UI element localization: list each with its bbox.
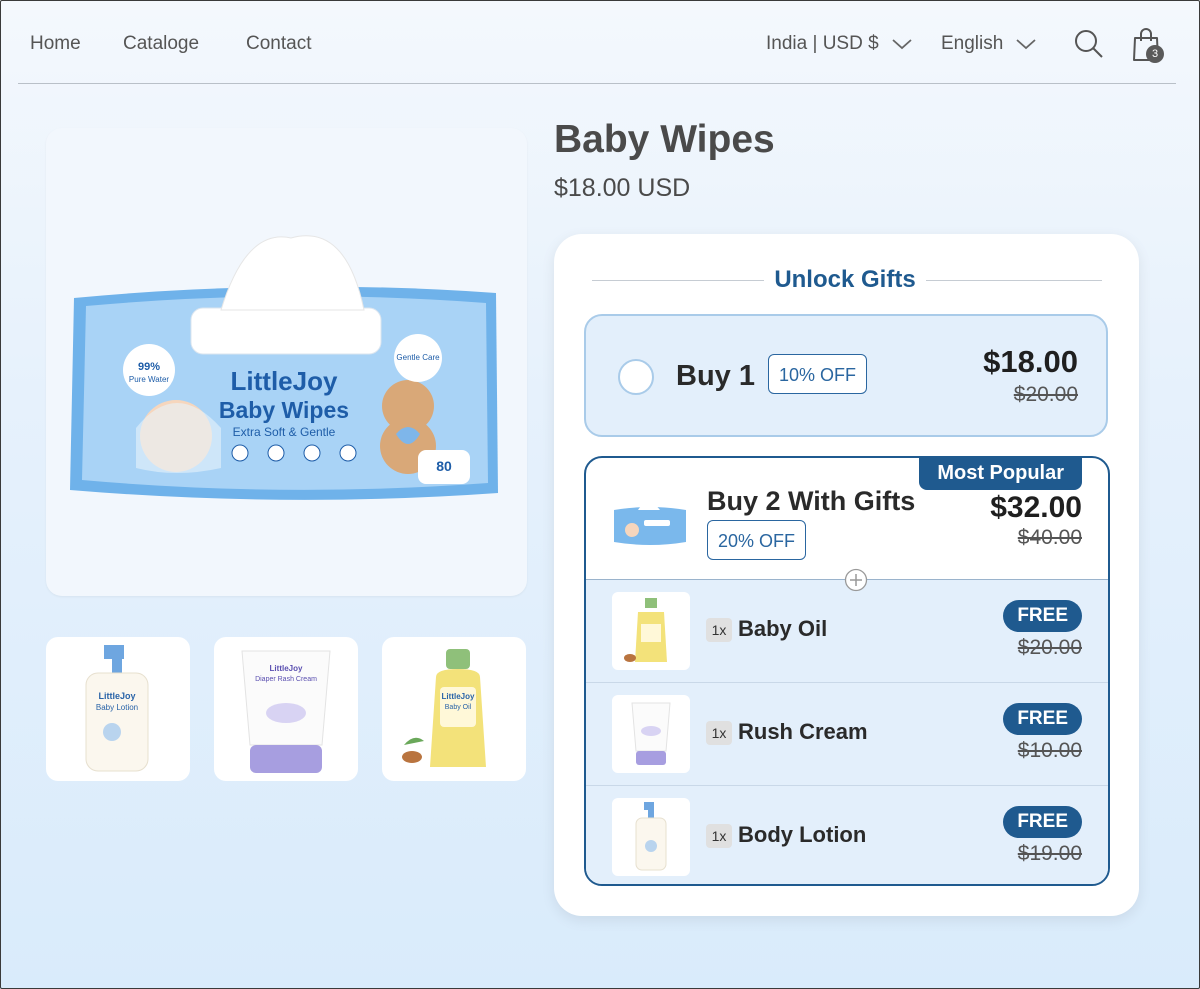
gift-quantity: 1x xyxy=(706,824,732,848)
gift-list: 1x Baby Oil FREE $20.00 1x Rush Cream FR… xyxy=(586,579,1108,884)
thumbnail-baby-oil[interactable]: LittleJoy Baby Oil xyxy=(382,637,526,781)
svg-text:80: 80 xyxy=(436,458,452,474)
gift-quantity: 1x xyxy=(706,721,732,745)
plus-circle-icon xyxy=(844,568,868,592)
gift-item: 1x Baby Oil FREE $20.00 xyxy=(586,580,1108,682)
svg-text:Baby Oil: Baby Oil xyxy=(445,704,472,711)
nav-catalog-link[interactable]: Cataloge xyxy=(123,33,199,55)
baby-lotion-bottle-image: LittleJoy Baby Lotion xyxy=(85,645,149,772)
bundle-offer-card: Unlock Gifts Buy 1 10% OFF $18.00 $20.00… xyxy=(554,234,1139,916)
gift-quantity: 1x xyxy=(706,618,732,642)
free-badge: FREE xyxy=(1003,600,1082,632)
unlock-gifts-heading: Unlock Gifts xyxy=(774,266,916,293)
svg-text:Gentle Care: Gentle Care xyxy=(396,353,440,362)
cart-count-badge: 3 xyxy=(1146,45,1164,63)
svg-text:LittleJoy: LittleJoy xyxy=(231,366,338,396)
gift-name: Body Lotion xyxy=(738,822,867,847)
thumbnail-diaper-rash-cream[interactable]: LittleJoy Diaper Rash Cream xyxy=(214,637,358,781)
most-popular-ribbon: Most Popular xyxy=(919,458,1082,490)
baby-oil-image xyxy=(624,598,667,662)
nav-contact-link[interactable]: Contact xyxy=(246,33,311,55)
language-label: English xyxy=(941,33,1004,54)
region-currency-selector[interactable]: India | USD $ xyxy=(766,33,913,55)
baby-oil-bottle-image: LittleJoy Baby Oil xyxy=(402,649,486,767)
gift-old-price: $10.00 xyxy=(1017,739,1082,762)
gift-item: 1x Body Lotion FREE $19.00 xyxy=(586,786,1108,884)
language-selector[interactable]: English xyxy=(941,33,1037,55)
search-icon[interactable] xyxy=(1073,28,1105,60)
gift-old-price: $19.00 xyxy=(1017,842,1082,865)
thumbnail-baby-lotion[interactable]: LittleJoy Baby Lotion xyxy=(46,637,190,781)
chevron-down-icon xyxy=(1016,39,1036,50)
top-nav: Home Cataloge Contact India | USD $ Engl… xyxy=(18,0,1176,84)
svg-text:Baby Lotion: Baby Lotion xyxy=(96,703,138,712)
nav-home-link[interactable]: Home xyxy=(30,33,81,55)
option-old-price: $20.00 xyxy=(1013,383,1078,406)
svg-text:Pure Water: Pure Water xyxy=(129,375,169,384)
gift-name: Baby Oil xyxy=(738,616,828,641)
svg-text:99%: 99% xyxy=(138,361,160,373)
option-radio[interactable] xyxy=(618,359,654,395)
baby-wipes-pack-image: LittleJoy Baby Wipes Extra Soft & Gentle… xyxy=(70,235,498,500)
divider-line xyxy=(592,280,764,281)
free-badge: FREE xyxy=(1003,703,1082,735)
main-product-image[interactable]: LittleJoy Baby Wipes Extra Soft & Gentle… xyxy=(46,128,527,596)
gift-thumbnail xyxy=(612,592,690,670)
svg-text:LittleJoy: LittleJoy xyxy=(442,692,475,701)
svg-text:Diaper Rash Cream: Diaper Rash Cream xyxy=(255,676,317,683)
gift-thumbnail xyxy=(612,695,690,773)
product-price: $18.00 USD xyxy=(554,174,691,202)
product-title: Baby Wipes xyxy=(554,118,775,161)
svg-text:Baby Wipes: Baby Wipes xyxy=(219,397,349,423)
cart-button[interactable]: 3 xyxy=(1131,26,1164,66)
divider-line xyxy=(926,280,1102,281)
discount-badge: 10% OFF xyxy=(768,354,868,394)
chevron-down-icon xyxy=(892,39,912,50)
offer-option-buy-1[interactable]: Buy 1 10% OFF $18.00 $20.00 xyxy=(584,314,1108,437)
gift-thumbnail xyxy=(612,798,690,876)
option-old-price: $40.00 xyxy=(1017,526,1082,549)
option-price: $32.00 xyxy=(990,491,1082,524)
gift-item: 1x Rush Cream FREE $10.00 xyxy=(586,683,1108,785)
free-badge: FREE xyxy=(1003,806,1082,838)
gift-name: Rush Cream xyxy=(738,719,868,744)
baby-wipes-thumbnail-image xyxy=(614,502,686,545)
svg-text:LittleJoy: LittleJoy xyxy=(98,691,135,701)
option-price: $18.00 xyxy=(983,344,1078,379)
body-lotion-image xyxy=(635,802,667,871)
svg-text:LittleJoy: LittleJoy xyxy=(270,664,303,673)
option-label: Buy 1 xyxy=(676,360,755,392)
option-label: Buy 2 With Gifts xyxy=(707,486,916,516)
rash-cream-image xyxy=(631,702,671,765)
gift-old-price: $20.00 xyxy=(1017,636,1082,659)
discount-badge: 20% OFF xyxy=(707,520,807,560)
offer-option-buy-2-gifts[interactable]: Most Popular Buy 2 With Gifts 20% OFF $3… xyxy=(584,456,1110,886)
rash-cream-tube-image: LittleJoy Diaper Rash Cream xyxy=(241,650,331,773)
region-currency-label: India | USD $ xyxy=(766,33,879,54)
svg-text:Extra Soft & Gentle: Extra Soft & Gentle xyxy=(233,425,336,439)
